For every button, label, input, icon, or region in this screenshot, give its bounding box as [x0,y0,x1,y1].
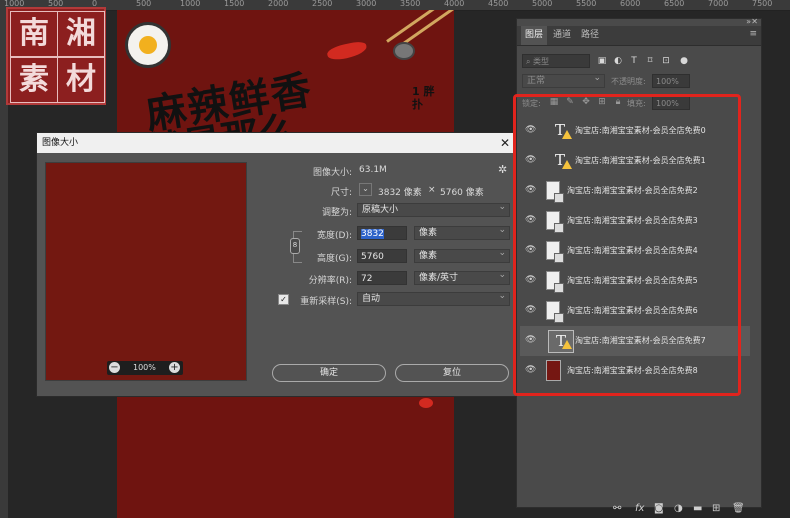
width-input-value: 3832 [361,229,384,239]
panel-menu-icon[interactable]: ≡ [749,29,757,39]
resolution-input[interactable]: 72 [357,271,407,285]
spoon-image [393,42,415,60]
width-unit-select[interactable]: 像素 [414,224,510,240]
image-size-dialog: 图像大小 ✕ − 100% + 图像大小: 63.1M ✲ 尺寸: ⌄ 3832… [36,132,517,397]
egg-plate-image [125,22,171,68]
logo-char: 材 [57,57,105,103]
shape-filter-icon[interactable]: ⌑ [645,56,655,66]
width-input[interactable]: 3832 [357,226,407,240]
adjustment-filter-icon[interactable]: ◐ [613,56,623,66]
new-layer-icon[interactable]: ⊞ [712,503,720,514]
close-icon[interactable]: ✕ [751,17,758,26]
ruler-tick-label: 6000 [620,0,641,8]
panel-tabs: 图层 通道 路径 ≡ [517,26,761,46]
ruler-tick-label: 1500 [224,0,245,8]
reset-button[interactable]: 复位 [395,364,509,382]
zoom-in-icon[interactable]: + [169,362,180,373]
ruler-tick-label: 1000 [180,0,201,8]
resolution-unit-select[interactable]: 像素/英寸 [414,269,510,285]
ruler-tick-label: 3000 [356,0,377,8]
logo-char: 湘 [57,11,105,57]
width-label: 宽度(D): [317,231,352,241]
dimensions-width: 3832 像素 [378,188,422,198]
image-size-value: 63.1M [359,165,387,175]
logo-char: 南 [10,11,58,57]
ruler-tick-label: 5000 [532,0,553,8]
layer-filter-select[interactable]: ⌕ 类型 [522,54,590,68]
filter-icons: ▣ ◐ T ⌑ ⊡ ● [597,56,707,66]
mask-icon[interactable]: ◙ [654,503,664,514]
fx-icon[interactable]: fx [635,503,644,514]
image-size-label: 图像大小: [312,168,352,178]
ruler-tick-label: 4500 [488,0,509,8]
dimensions-times: × [428,185,436,195]
ruler-tick-label: 500 [136,0,152,8]
chevron-down-icon[interactable]: ⌄ [359,183,372,196]
text-filter-icon[interactable]: T [629,56,639,66]
link-layers-icon[interactable]: ⚯ [613,503,621,514]
logo-char: 素 [10,57,58,103]
chili-image [419,398,433,408]
zoom-control: − 100% + [107,361,183,375]
tab-paths[interactable]: 路径 [577,26,603,45]
ruler-tick-label: 2500 [312,0,333,8]
dimensions-height: 5760 像素 [440,188,484,198]
resample-label: 重新采样(S): [300,297,352,307]
highlight-annotation [513,94,741,396]
height-unit-select[interactable]: 像素 [414,247,510,263]
logo: 南 湘 素 材 [6,7,106,105]
search-icon: ⌕ [526,57,534,66]
resample-select[interactable]: 自动 [357,290,510,306]
dialog-title: 图像大小 [37,133,516,153]
zoom-out-icon[interactable]: − [109,362,120,373]
fit-to-select[interactable]: 原稿大小 [357,201,510,217]
filter-toggle-icon[interactable]: ● [679,56,689,66]
ruler-tick-label: 4000 [444,0,465,8]
opacity-input[interactable]: 100% [652,74,690,88]
ruler-tick-label: 7000 [708,0,729,8]
smart-object-filter-icon[interactable]: ⊡ [661,56,671,66]
close-icon[interactable]: ✕ [500,133,510,153]
height-input[interactable]: 5760 [357,249,407,263]
zoom-level: 100% [133,363,156,372]
collapse-icon[interactable]: » [746,17,751,26]
adjustment-icon[interactable]: ◑ [674,503,683,514]
height-label: 高度(G): [316,254,352,264]
ruler-tick-label: 7500 [752,0,773,8]
opacity-label: 不透明度: [611,77,646,86]
fit-to-label: 调整为: [321,208,352,218]
ruler-tick-label: 3500 [400,0,421,8]
ruler-tick-label: 6500 [664,0,685,8]
tab-channels[interactable]: 通道 [549,26,575,45]
ok-button[interactable]: 确定 [272,364,386,382]
ruler-tick-label: 5500 [576,0,597,8]
tab-layers[interactable]: 图层 [521,26,548,45]
chili-image [325,39,369,63]
trash-icon[interactable]: 🗑︎ [732,503,745,514]
blend-mode-select[interactable]: 正常 [522,72,605,88]
gear-icon[interactable]: ✲ [498,163,507,176]
poster-vertical-text: 1 胖 扑 [412,85,435,111]
ruler-tick-label: 2000 [268,0,289,8]
resolution-label: 分辨率(R): [308,276,352,286]
folder-icon[interactable]: ▬ [693,503,702,514]
dimensions-label: 尺寸: [330,188,352,198]
pixel-filter-icon[interactable]: ▣ [597,56,607,66]
filter-type-label: 类型 [533,57,550,66]
image-preview[interactable] [45,162,247,381]
